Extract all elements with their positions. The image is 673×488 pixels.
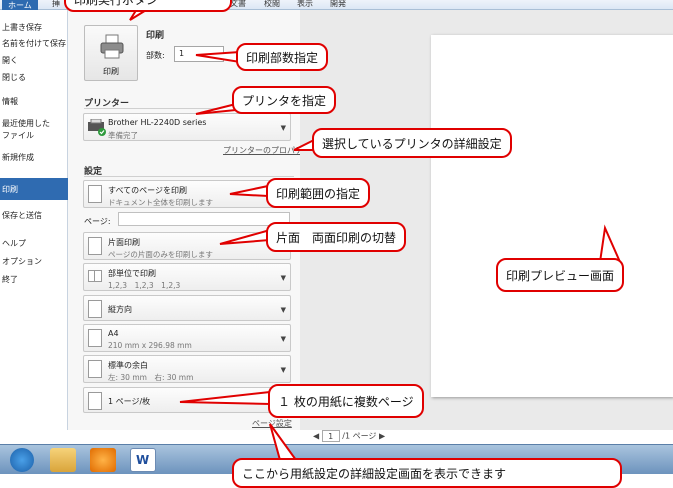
callout-pages-per-sheet: １ 枚の用紙に複数ページ	[268, 384, 424, 418]
callout-print-execute: 印刷実行ボタン	[64, 0, 232, 12]
callout-properties: 選択しているプリンタの詳細設定	[312, 128, 512, 158]
tail-range	[229, 184, 269, 198]
callout-printer: プリンタを指定	[232, 86, 337, 114]
callout-sides: 片面 両面印刷の切替	[266, 222, 407, 252]
callout-page-setup: ここから用紙設定の詳細設定画面を表示できます	[232, 458, 622, 488]
callout-copies: 印刷部数指定	[236, 43, 329, 71]
callout-range: 印刷範囲の指定	[266, 178, 371, 208]
tail-copies	[195, 50, 241, 64]
tail-sides	[219, 228, 271, 245]
callout-preview: 印刷プレビュー画面	[496, 258, 625, 292]
tail-persheet	[179, 390, 271, 406]
tail-setup	[269, 423, 298, 461]
tail-preview	[598, 224, 622, 263]
tail-printer	[195, 102, 237, 115]
tail-props	[293, 138, 315, 151]
